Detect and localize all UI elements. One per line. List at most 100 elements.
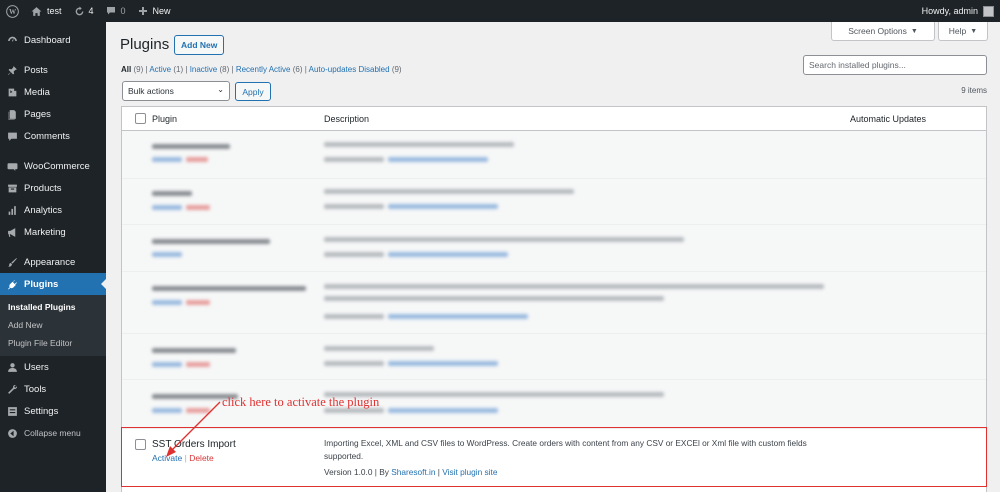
comments-count: 0 [120, 6, 126, 16]
filter-recently-active[interactable]: Recently Active [236, 65, 291, 74]
archive-icon [6, 182, 18, 194]
updates-link[interactable]: 4 [68, 0, 100, 22]
menu-label: Posts [24, 64, 48, 76]
highlight-box [121, 427, 987, 487]
menu-analytics[interactable]: Analytics [0, 199, 106, 221]
menu-label: Users [24, 361, 49, 373]
menu-label: Dashboard [24, 34, 71, 46]
menu-collapse[interactable]: Collapse menu [0, 422, 106, 444]
menu-products[interactable]: Products [0, 177, 106, 199]
chevron-down-icon: ⌄ [217, 85, 224, 94]
filter-inactive-count: (8) [219, 65, 230, 74]
svg-text:W: W [9, 8, 17, 16]
bulk-actions-select[interactable]: Bulk actions ⌄ [122, 81, 230, 101]
submenu-installed-plugins[interactable]: Installed Plugins [0, 298, 106, 316]
admin-bar: W test 4 0 New Howdy, admin [0, 0, 1000, 22]
menu-marketing[interactable]: Marketing [0, 221, 106, 243]
site-name: test [47, 6, 62, 16]
filter-auto-updates-disabled[interactable]: Auto-updates Disabled [309, 65, 390, 74]
comment-icon [6, 130, 18, 142]
menu-label: Plugins [24, 278, 59, 290]
new-content-link[interactable]: New [132, 0, 177, 22]
media-icon [6, 86, 18, 98]
plugin-status-filters: All (9) | Active (1) | Inactive (8) | Re… [121, 65, 402, 74]
menu-label: Pages [24, 108, 51, 120]
bar-chart-icon [6, 204, 18, 216]
brush-icon [6, 256, 18, 268]
filter-all-count: (9) [133, 65, 144, 74]
menu-woocommerce[interactable]: WooCommerce [0, 155, 106, 177]
caret-down-icon: ▼ [970, 27, 978, 35]
plug-icon [6, 278, 18, 290]
menu-label: WooCommerce [24, 160, 90, 172]
wordpress-logo-icon[interactable]: W [0, 0, 25, 22]
admin-sidebar: Dashboard Posts Media Pages Comments Woo… [0, 22, 106, 492]
menu-plugins[interactable]: Plugins [0, 273, 106, 295]
dashboard-icon [6, 34, 18, 46]
filter-recently-active-count: (6) [292, 65, 303, 74]
help-label: Help [948, 26, 967, 36]
menu-media[interactable]: Media [0, 81, 106, 103]
menu-label: Marketing [24, 226, 66, 238]
menu-settings[interactable]: Settings [0, 400, 106, 422]
help-button[interactable]: Help ▼ [938, 22, 988, 41]
woo-icon [6, 160, 18, 172]
filter-active[interactable]: Active [149, 65, 171, 74]
filter-all[interactable]: All [121, 65, 131, 74]
column-automatic-updates: Automatic Updates [850, 114, 927, 124]
menu-label: Tools [24, 383, 47, 395]
comments-link[interactable]: 0 [100, 0, 132, 22]
plus-icon [138, 7, 147, 15]
user-icon [6, 361, 18, 373]
menu-dashboard[interactable]: Dashboard [0, 29, 106, 51]
table-row [122, 272, 986, 334]
items-count: 9 items [961, 86, 987, 95]
menu-label: Media [24, 86, 50, 98]
caret-down-icon: ▼ [910, 27, 918, 35]
megaphone-icon [6, 226, 18, 238]
table-row [122, 131, 986, 179]
filter-active-count: (1) [173, 65, 184, 74]
select-all-checkbox[interactable] [135, 113, 146, 124]
my-account[interactable]: Howdy, admin [921, 5, 1000, 17]
collapse-icon [6, 427, 18, 439]
menu-comments[interactable]: Comments [0, 125, 106, 147]
updates-count: 4 [88, 6, 94, 16]
plugins-submenu: Installed Plugins Add New Plugin File Ed… [0, 295, 106, 356]
filter-inactive[interactable]: Inactive [190, 65, 218, 74]
submenu-add-new[interactable]: Add New [0, 316, 106, 334]
menu-label: Appearance [24, 256, 76, 268]
menu-posts[interactable]: Posts [0, 59, 106, 81]
filter-auto-updates-disabled-count: (9) [391, 65, 402, 74]
menu-label: Collapse menu [24, 428, 81, 438]
wrench-icon [6, 383, 18, 395]
submenu-plugin-file-editor[interactable]: Plugin File Editor [0, 334, 106, 352]
add-new-button[interactable]: Add New [174, 35, 225, 55]
menu-label: Comments [24, 130, 70, 142]
table-row [122, 179, 986, 225]
main-content: Screen Options ▼ Help ▼ Plugins Add New … [106, 22, 1000, 492]
settings-icon [6, 405, 18, 417]
avatar [983, 5, 994, 17]
table-header: Plugin Description Automatic Updates [122, 107, 986, 131]
menu-tools[interactable]: Tools [0, 378, 106, 400]
new-label: New [152, 6, 171, 16]
apply-button[interactable]: Apply [235, 82, 271, 101]
menu-label: Settings [24, 405, 59, 417]
annotation-text: click here to activate the plugin [222, 395, 380, 409]
menu-users[interactable]: Users [0, 356, 106, 378]
menu-label: Analytics [24, 204, 63, 216]
site-name-link[interactable]: test [25, 0, 68, 22]
home-icon [31, 6, 42, 16]
table-row [122, 334, 986, 380]
page-icon [6, 108, 18, 120]
howdy-text: Howdy, admin [921, 6, 978, 16]
menu-appearance[interactable]: Appearance [0, 251, 106, 273]
comment-bubble-icon [106, 7, 115, 15]
screen-options-button[interactable]: Screen Options ▼ [831, 22, 935, 41]
search-plugins-input[interactable]: Search installed plugins... [803, 55, 987, 75]
menu-pages[interactable]: Pages [0, 103, 106, 125]
column-plugin: Plugin [152, 114, 178, 124]
bulk-actions-value: Bulk actions [128, 86, 174, 96]
table-row [122, 225, 986, 272]
